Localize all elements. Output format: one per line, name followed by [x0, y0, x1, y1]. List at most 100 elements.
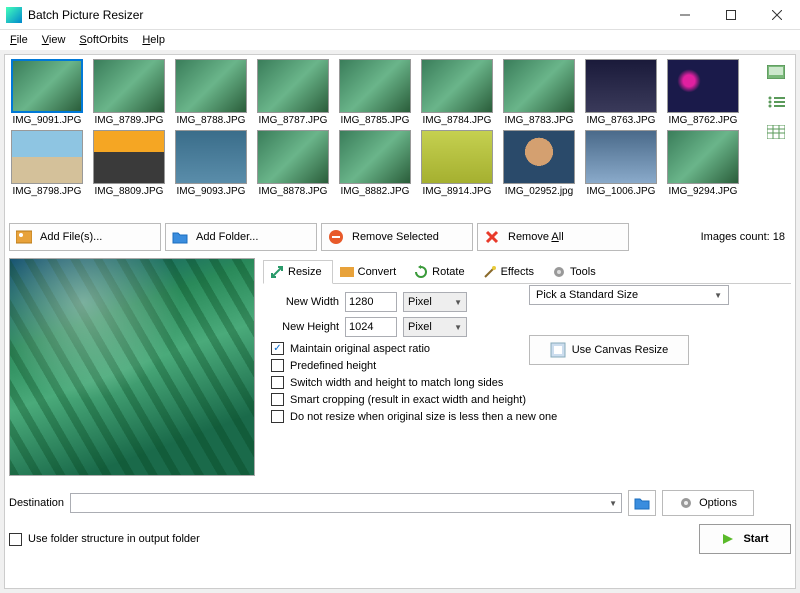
- effects-icon: [483, 265, 497, 279]
- destination-combo[interactable]: ▼: [70, 493, 622, 513]
- remove-selected-button[interactable]: Remove Selected: [321, 223, 473, 251]
- chevron-down-icon: ▼: [609, 499, 617, 508]
- remove-selected-label: Remove Selected: [352, 231, 439, 243]
- picture-icon: [16, 229, 32, 245]
- remove-all-button[interactable]: Remove All: [477, 223, 629, 251]
- images-count-label: Images count: 18: [701, 231, 785, 243]
- thumbnail-label: IMG_8783.JPG: [501, 115, 577, 126]
- thumbnail-item[interactable]: IMG_1006.JPG: [583, 130, 659, 197]
- thumbnail-image: [585, 130, 657, 184]
- no-resize-label: Do not resize when original size is less…: [290, 411, 557, 423]
- thumbnail-item[interactable]: IMG_8762.JPG: [665, 59, 741, 126]
- thumbnail-image: [175, 130, 247, 184]
- thumbnail-item[interactable]: IMG_8785.JPG: [337, 59, 413, 126]
- view-mode-bar: [763, 61, 789, 143]
- thumbnail-item[interactable]: IMG_8789.JPG: [91, 59, 167, 126]
- menu-help[interactable]: Help: [136, 32, 171, 48]
- thumbnail-item[interactable]: IMG_8914.JPG: [419, 130, 495, 197]
- close-button[interactable]: [754, 0, 800, 30]
- predefined-height-label: Predefined height: [290, 360, 376, 372]
- menu-softorbits[interactable]: SoftOrbits: [73, 32, 134, 48]
- thumbnail-label: IMG_8784.JPG: [419, 115, 495, 126]
- thumbnail-image: [667, 59, 739, 113]
- folder-structure-label: Use folder structure in output folder: [28, 533, 200, 545]
- thumbnail-label: IMG_8882.JPG: [337, 186, 413, 197]
- thumbnail-label: IMG_8763.JPG: [583, 115, 659, 126]
- thumbnail-item[interactable]: IMG_8763.JPG: [583, 59, 659, 126]
- browse-folder-button[interactable]: [628, 490, 656, 516]
- thumbnail-item[interactable]: IMG_8787.JPG: [255, 59, 331, 126]
- thumbnail-item[interactable]: IMG_8878.JPG: [255, 130, 331, 197]
- thumbnail-image: [257, 130, 329, 184]
- tab-effects[interactable]: Effects: [476, 260, 545, 283]
- start-button[interactable]: Start: [699, 524, 791, 554]
- thumbnail-label: IMG_8785.JPG: [337, 115, 413, 126]
- smart-cropping-label: Smart cropping (result in exact width an…: [290, 394, 526, 406]
- title-bar: Batch Picture Resizer: [0, 0, 800, 30]
- thumbnail-label: IMG_8914.JPG: [419, 186, 495, 197]
- smart-cropping-checkbox[interactable]: [271, 393, 284, 406]
- switch-sides-checkbox[interactable]: [271, 376, 284, 389]
- folder-structure-checkbox[interactable]: [9, 533, 22, 546]
- thumbnail-item[interactable]: IMG_8798.JPG: [9, 130, 85, 197]
- thumbnail-item[interactable]: IMG_8882.JPG: [337, 130, 413, 197]
- thumbnail-image: [11, 130, 83, 184]
- height-input[interactable]: [345, 317, 397, 337]
- menu-file[interactable]: File: [4, 32, 34, 48]
- menu-view[interactable]: View: [36, 32, 72, 48]
- thumbnail-label: IMG_8762.JPG: [665, 115, 741, 126]
- thumbnail-item[interactable]: IMG_8788.JPG: [173, 59, 249, 126]
- thumbnail-item[interactable]: IMG_9294.JPG: [665, 130, 741, 197]
- view-list-icon[interactable]: [765, 91, 787, 113]
- thumbnail-image: [175, 59, 247, 113]
- thumbnail-image: [339, 59, 411, 113]
- add-files-button[interactable]: Add File(s)...: [9, 223, 161, 251]
- width-input[interactable]: [345, 292, 397, 312]
- preview-image: [9, 258, 255, 476]
- tab-tools[interactable]: Tools: [545, 260, 607, 283]
- menu-bar: File View SoftOrbits Help: [0, 30, 800, 50]
- thumbnail-label: IMG_9093.JPG: [173, 186, 249, 197]
- thumbnail-label: IMG_8788.JPG: [173, 115, 249, 126]
- thumbnail-label: IMG_1006.JPG: [583, 186, 659, 197]
- height-unit-select[interactable]: Pixel▼: [403, 317, 467, 337]
- add-folder-button[interactable]: Add Folder...: [165, 223, 317, 251]
- view-thumbnails-icon[interactable]: [765, 61, 787, 83]
- folder-icon: [172, 229, 188, 245]
- tab-resize[interactable]: Resize: [263, 260, 333, 284]
- thumbnail-label: IMG_8789.JPG: [91, 115, 167, 126]
- thumbnail-item[interactable]: IMG_8784.JPG: [419, 59, 495, 126]
- thumbnail-item[interactable]: IMG_8783.JPG: [501, 59, 577, 126]
- aspect-ratio-label: Maintain original aspect ratio: [290, 343, 430, 355]
- minimize-button[interactable]: [662, 0, 708, 30]
- standard-size-select[interactable]: Pick a Standard Size▼: [529, 285, 729, 305]
- view-details-icon[interactable]: [765, 121, 787, 143]
- convert-icon: [340, 265, 354, 279]
- thumbnail-item[interactable]: IMG_8809.JPG: [91, 130, 167, 197]
- canvas-icon: [550, 342, 566, 358]
- rotate-icon: [414, 265, 428, 279]
- window-title: Batch Picture Resizer: [28, 8, 662, 22]
- chevron-down-icon: ▼: [714, 291, 722, 300]
- thumbnail-item[interactable]: IMG_9091.JPG: [9, 59, 85, 126]
- thumbnail-item[interactable]: IMG_02952.jpg: [501, 130, 577, 197]
- thumbnail-label: IMG_8798.JPG: [9, 186, 85, 197]
- no-resize-checkbox[interactable]: [271, 410, 284, 423]
- canvas-resize-button[interactable]: Use Canvas Resize: [529, 335, 689, 365]
- file-toolbar: Add File(s)... Add Folder... Remove Sele…: [9, 222, 791, 252]
- remove-all-label: Remove All: [508, 231, 564, 243]
- thumbnail-item[interactable]: IMG_9093.JPG: [173, 130, 249, 197]
- height-label: New Height: [267, 321, 339, 333]
- tab-rotate[interactable]: Rotate: [407, 260, 475, 283]
- remove-icon: [328, 229, 344, 245]
- thumbnail-image: [421, 130, 493, 184]
- thumbnail-label: IMG_8787.JPG: [255, 115, 331, 126]
- aspect-ratio-checkbox[interactable]: ✓: [271, 342, 284, 355]
- maximize-button[interactable]: [708, 0, 754, 30]
- width-unit-select[interactable]: Pixel▼: [403, 292, 467, 312]
- options-button[interactable]: Options: [662, 490, 754, 516]
- thumbnail-image: [257, 59, 329, 113]
- destination-label: Destination: [9, 497, 64, 509]
- predefined-height-checkbox[interactable]: [271, 359, 284, 372]
- tab-convert[interactable]: Convert: [333, 260, 408, 283]
